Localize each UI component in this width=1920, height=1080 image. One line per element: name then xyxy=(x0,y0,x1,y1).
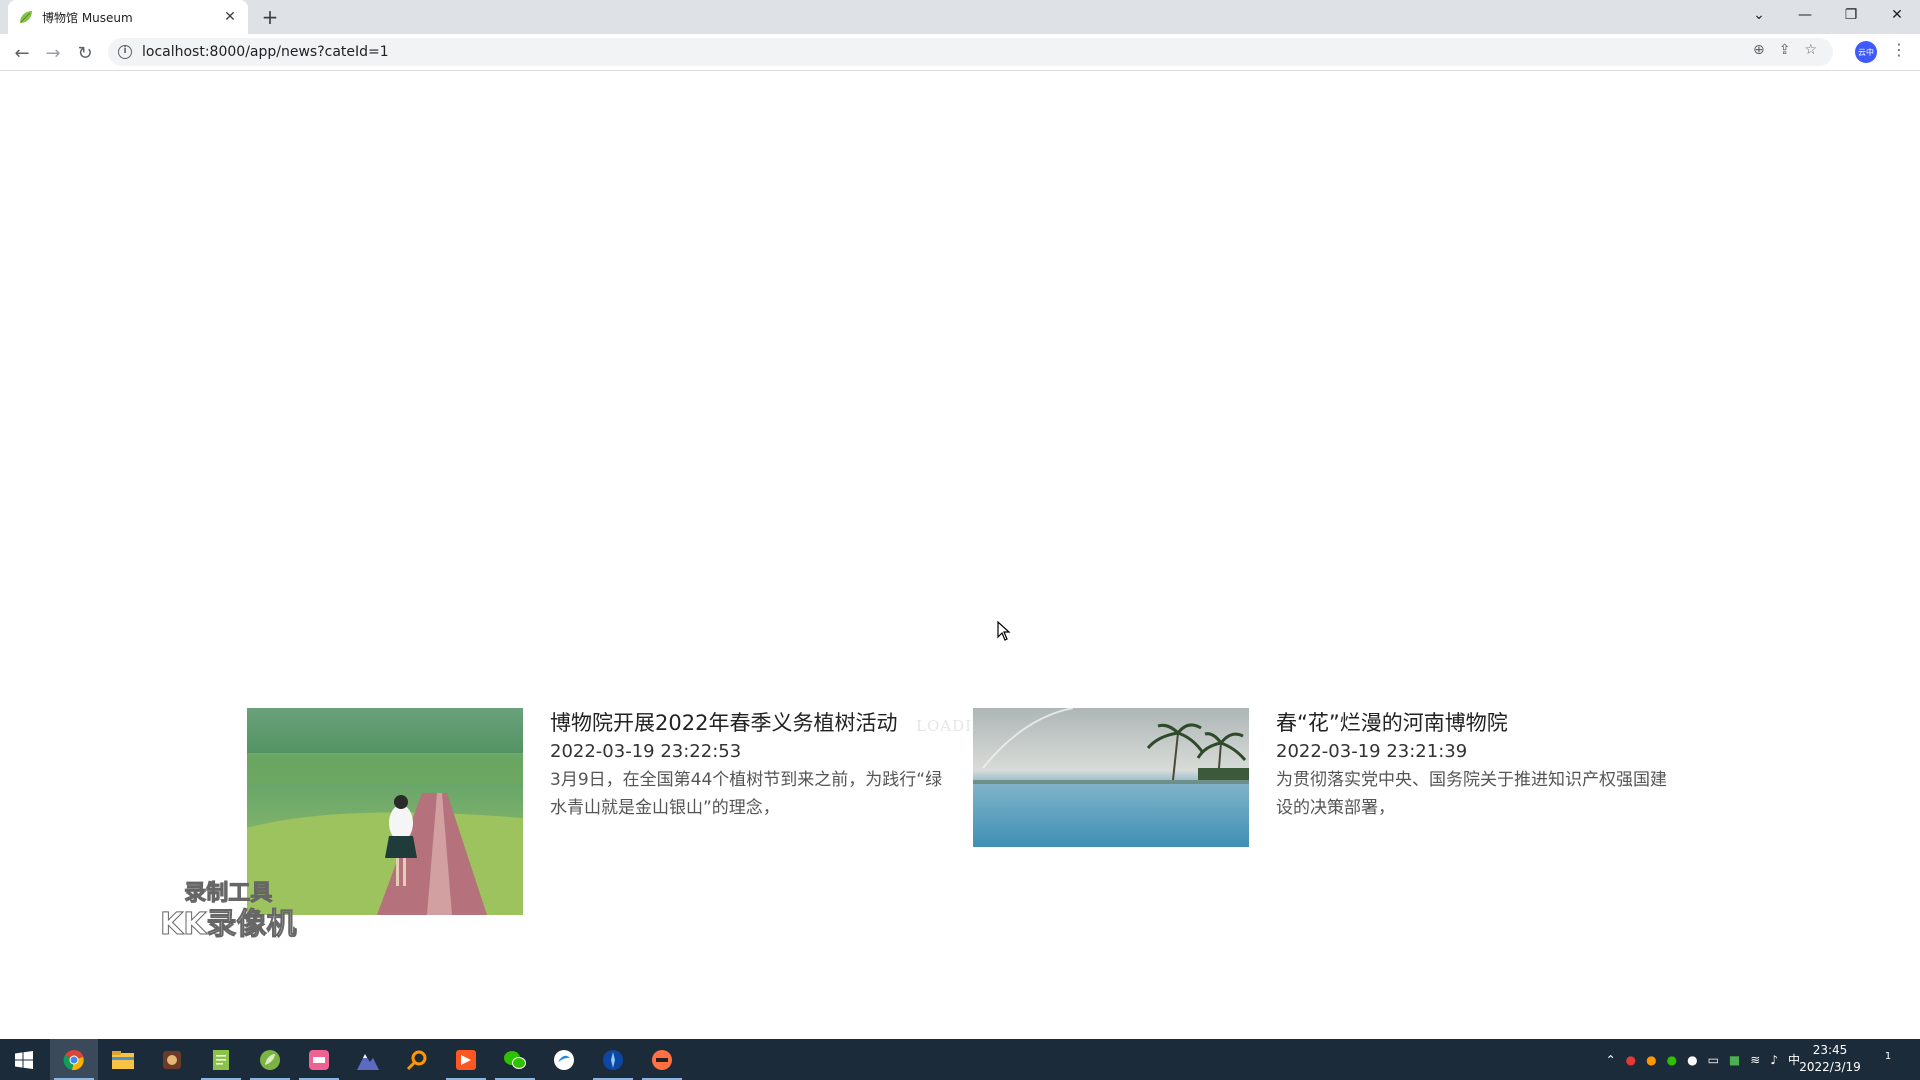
bookmark-star-icon[interactable]: ☆ xyxy=(1804,42,1817,58)
news-title[interactable]: 博物院开展2022年春季义务植树活动 xyxy=(550,708,950,738)
windows-start-icon[interactable] xyxy=(0,1039,48,1080)
leaf-favicon-icon xyxy=(18,9,34,25)
compass-app-icon[interactable] xyxy=(589,1039,637,1080)
share-icon[interactable]: ⇪ xyxy=(1779,42,1791,58)
zoom-icon[interactable]: ⊕ xyxy=(1753,42,1765,58)
news-description: 3月9日，在全国第44个植树节到来之前，为践行“绿水青山就是金山银山”的理念， xyxy=(550,770,943,818)
watermark-line-2: KK录像机 xyxy=(160,907,297,942)
system-tray: ⌃ ● ● ● ● ▭ ■ ≋ ♪ 中 xyxy=(1606,1039,1800,1080)
close-tab-icon[interactable]: ✕ xyxy=(222,9,238,25)
watermark-line-1: 录制工具 xyxy=(184,881,273,907)
news-description: 为贯彻落实党中央、国务院关于推进知识产权强国建设的决策部署， xyxy=(1276,770,1667,818)
clock-date: 2022/3/19 xyxy=(1799,1060,1861,1074)
clock-time: 23:45 xyxy=(1812,1043,1848,1057)
close-window-button[interactable]: ✕ xyxy=(1874,0,1920,30)
chevron-up-icon[interactable]: ⌃ xyxy=(1606,1053,1616,1067)
search-app-icon[interactable] xyxy=(393,1039,441,1080)
tab-strip: 博物馆 Museum ✕ + ⌄ — ❐ ✕ xyxy=(0,0,1920,34)
blue-circle-app-icon[interactable] xyxy=(540,1039,588,1080)
volume-icon[interactable]: ♪ xyxy=(1770,1053,1778,1067)
news-thumbnail[interactable] xyxy=(973,708,1249,847)
chrome-icon[interactable] xyxy=(50,1039,98,1080)
forward-button[interactable]: → xyxy=(40,40,66,66)
news-title[interactable]: 春“花”烂漫的河南博物院 xyxy=(1276,708,1676,738)
tab-title: 博物馆 Museum xyxy=(42,10,133,25)
system-clock[interactable]: 23:45 2022/3/19 xyxy=(1790,1042,1870,1076)
news-date: 2022-03-19 23:22:53 xyxy=(550,741,742,762)
notification-center-icon[interactable]: 1 xyxy=(1876,1047,1900,1071)
mountain-app-icon[interactable] xyxy=(344,1039,392,1080)
minimize-button[interactable]: — xyxy=(1782,0,1828,30)
tab-search-icon[interactable]: ⌄ xyxy=(1736,0,1782,30)
browser-menu-icon[interactable]: ⋮ xyxy=(1891,40,1907,59)
site-info-icon[interactable]: i xyxy=(118,45,132,59)
browser-toolbar: ← → ↻ i localhost:8000/app/news?cateId=1… xyxy=(0,34,1920,71)
battery-icon[interactable]: ▭ xyxy=(1708,1053,1719,1067)
notification-count: 1 xyxy=(1884,1051,1892,1062)
media-app-icon[interactable] xyxy=(442,1039,490,1080)
wifi-icon[interactable]: ≋ xyxy=(1750,1053,1760,1067)
file-explorer-icon[interactable] xyxy=(99,1039,147,1080)
antivirus-tray-icon[interactable]: ● xyxy=(1626,1053,1636,1067)
notepad-icon[interactable] xyxy=(197,1039,245,1080)
back-button[interactable]: ← xyxy=(9,40,35,66)
game-icon[interactable] xyxy=(148,1039,196,1080)
green-tray-icon[interactable]: ■ xyxy=(1729,1053,1740,1067)
news-date: 2022-03-19 23:21:39 xyxy=(1276,741,1468,762)
news-info: 博物院开展2022年春季义务植树活动 2022-03-19 23:22:53 3… xyxy=(550,708,950,915)
taskbar: ⌃ ● ● ● ● ▭ ■ ≋ ♪ 中 23:45 2022/3/19 1 xyxy=(0,1039,1920,1080)
news-info: 春“花”烂漫的河南博物院 2022-03-19 23:21:39 为贯彻落实党中… xyxy=(1276,708,1676,847)
recorder-watermark: 录制工具 KK录像机 xyxy=(160,880,297,943)
url-text: localhost:8000/app/news?cateId=1 xyxy=(142,44,389,60)
reload-button[interactable]: ↻ xyxy=(72,40,98,66)
news-card[interactable]: 博物院开展2022年春季义务植树活动 2022-03-19 23:22:53 3… xyxy=(247,708,950,915)
pink-app-icon[interactable] xyxy=(295,1039,343,1080)
qq-tray-icon[interactable]: ● xyxy=(1687,1053,1697,1067)
wechat-tray-icon[interactable]: ● xyxy=(1667,1053,1677,1067)
profile-avatar[interactable]: 云中 xyxy=(1855,41,1877,63)
news-card[interactable]: 春“花”烂漫的河南博物院 2022-03-19 23:21:39 为贯彻落实党中… xyxy=(973,708,1676,847)
search-tray-icon[interactable]: ● xyxy=(1646,1053,1656,1067)
browser-tab[interactable]: 博物馆 Museum ✕ xyxy=(8,0,248,34)
address-bar[interactable]: i localhost:8000/app/news?cateId=1 ⊕ ⇪ ☆ xyxy=(108,38,1833,66)
mouse-cursor-icon xyxy=(997,620,1011,645)
leaf-app-icon[interactable] xyxy=(246,1039,294,1080)
orange-app-icon[interactable] xyxy=(638,1039,686,1080)
restore-button[interactable]: ❐ xyxy=(1828,0,1874,30)
wechat-icon[interactable] xyxy=(491,1039,539,1080)
new-tab-button[interactable]: + xyxy=(258,5,282,29)
